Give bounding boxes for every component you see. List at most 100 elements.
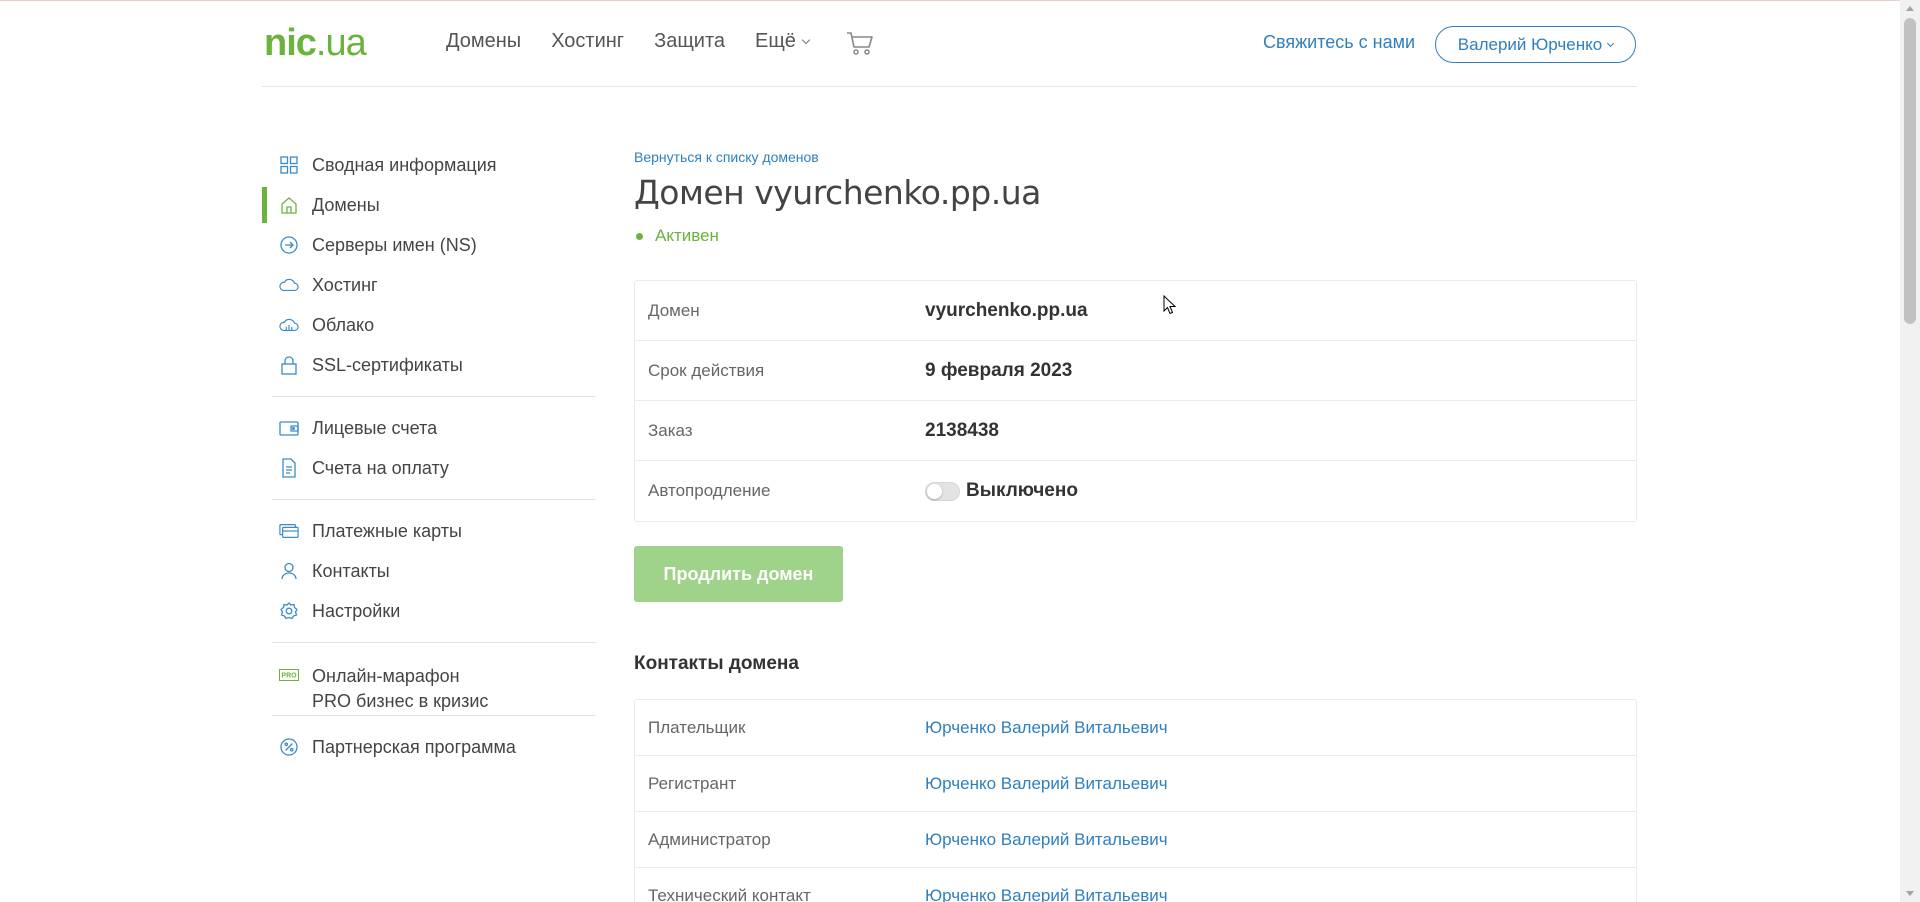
sidebar-item-label: Партнерская программа [312, 736, 516, 757]
contact-row-admin: Администратор Юрченко Валерий Витальевич [635, 812, 1636, 868]
main-nav: Домены Хостинг Защита Ещё [446, 30, 811, 53]
info-row-domain: Домен vyurchenko.pp.ua [635, 281, 1636, 341]
sidebar-item-label: Сводная информация [312, 154, 497, 175]
info-value: Выключено [925, 480, 1078, 502]
sidebar-item-label: Настройки [312, 600, 401, 621]
domain-contacts-table: Плательщик Юрченко Валерий Витальевич Ре… [634, 699, 1637, 902]
info-key: Срок действия [648, 360, 765, 380]
card-icon [279, 521, 299, 541]
info-key: Заказ [648, 420, 693, 440]
mouse-cursor-icon [1163, 294, 1177, 315]
logo[interactable]: nic.ua [264, 22, 367, 65]
contact-name-link[interactable]: Юрченко Валерий Витальевич [925, 718, 1168, 738]
logo-text: nic [264, 22, 317, 64]
scrollbar-thumb[interactable] [1904, 18, 1916, 324]
sidebar-item-label: Лицевые счета [312, 417, 438, 438]
sidebar-divider [272, 715, 596, 716]
sidebar-item-marathon[interactable]: PRO Онлайн-марафон PRO бизнес в кризис [262, 654, 596, 714]
sidebar: Сводная информация Домены Серверы имен (… [262, 145, 596, 767]
dashboard-icon [279, 155, 299, 175]
sidebar-item-contacts[interactable]: Контакты [262, 551, 596, 591]
contacts-section-title: Контакты домена [634, 653, 799, 674]
contact-name-link[interactable]: Юрченко Валерий Витальевич [925, 774, 1168, 794]
renew-domain-button[interactable]: Продлить домен [634, 546, 843, 602]
chevron-down-icon [801, 35, 811, 44]
sidebar-item-settings[interactable]: Настройки [262, 591, 596, 631]
back-to-domains-link[interactable]: Вернуться к списку доменов [634, 149, 1637, 165]
page-title: Домен vyurchenko.pp.ua [634, 173, 1041, 212]
info-row-autorenew: Автопродление Выключено [635, 461, 1636, 521]
lock-icon [279, 355, 299, 375]
status-dot-icon [636, 232, 643, 240]
cart-icon[interactable] [845, 30, 875, 56]
info-value: vyurchenko.pp.ua [925, 299, 1088, 321]
scroll-up-arrow-icon[interactable] [1900, 0, 1920, 17]
nav-label: Хостинг [551, 30, 625, 52]
info-value: 2138438 [925, 419, 999, 441]
sidebar-item-label: Серверы имен (NS) [312, 234, 477, 255]
sidebar-item-cloud[interactable]: Облако [262, 305, 596, 345]
sidebar-item-label: Хостинг [312, 274, 378, 295]
user-icon [279, 561, 299, 581]
contact-role: Регистрант [648, 773, 737, 793]
sidebar-item-label: Контакты [312, 560, 390, 581]
sidebar-item-ssl[interactable]: SSL-сертификаты [262, 345, 596, 385]
sidebar-item-label: Счета на оплату [312, 457, 449, 478]
wallet-icon [279, 418, 299, 438]
sidebar-item-hosting[interactable]: Хостинг [262, 265, 596, 305]
sidebar-divider [272, 499, 596, 500]
user-menu-button[interactable]: Валерий Юрченко [1435, 26, 1636, 63]
autorenew-toggle[interactable] [925, 481, 960, 501]
sidebar-item-accounts[interactable]: Лицевые счета [262, 408, 596, 448]
percent-icon [279, 737, 299, 757]
nav-hosting[interactable]: Хостинг [551, 30, 624, 53]
status-text: Активен [655, 226, 719, 245]
logo-suffix: .ua [315, 22, 367, 64]
marathon-label-line2: PRO бизнес в кризис [312, 691, 489, 711]
sidebar-item-domains[interactable]: Домены [262, 185, 596, 225]
cloud-server-icon [279, 315, 299, 335]
nav-domains[interactable]: Домены [446, 30, 521, 53]
contact-role: Плательщик [648, 717, 746, 737]
arrow-circle-icon [279, 235, 299, 255]
contact-name-link[interactable]: Юрченко Валерий Витальевич [925, 830, 1168, 850]
info-key: Домен [648, 300, 700, 320]
main-content: Вернуться к списку доменов Домен vyurche… [634, 145, 1637, 902]
document-icon [279, 458, 299, 478]
svg-text:PRO: PRO [281, 673, 297, 680]
nav-label: Защита [654, 30, 725, 52]
info-row-order: Заказ 2138438 [635, 401, 1636, 461]
gear-icon [279, 601, 299, 621]
sidebar-divider [272, 642, 596, 643]
pro-icon: PRO [279, 665, 299, 685]
header: nic.ua Домены Хостинг Защита Ещё Свяжите… [262, 0, 1637, 87]
scroll-down-arrow-icon[interactable] [1900, 885, 1920, 902]
sidebar-item-label: Облако [312, 314, 375, 335]
home-icon [279, 195, 299, 215]
info-value: 9 февраля 2023 [925, 359, 1073, 381]
sidebar-item-label: SSL-сертификаты [312, 354, 463, 375]
sidebar-item-ns[interactable]: Серверы имен (NS) [262, 225, 596, 265]
contact-row-tech: Технический контакт Юрченко Валерий Вита… [635, 868, 1636, 902]
sidebar-item-invoices[interactable]: Счета на оплату [262, 448, 596, 488]
contact-row-payer: Плательщик Юрченко Валерий Витальевич [635, 700, 1636, 756]
chevron-down-icon [1607, 39, 1615, 47]
contact-us-link[interactable]: Свяжитесь с нами [1263, 32, 1415, 53]
sidebar-item-cards[interactable]: Платежные карты [262, 511, 596, 551]
contact-row-registrant: Регистрант Юрченко Валерий Витальевич [635, 756, 1636, 812]
status-badge: Активен [634, 226, 1637, 246]
nav-more[interactable]: Ещё [755, 30, 811, 53]
contact-role: Администратор [648, 829, 771, 849]
sidebar-divider [272, 396, 596, 397]
sidebar-item-label: Домены [312, 194, 380, 215]
sidebar-item-summary[interactable]: Сводная информация [262, 145, 596, 185]
nav-label: Домены [446, 30, 522, 52]
contact-name-link[interactable]: Юрченко Валерий Витальевич [925, 886, 1168, 902]
vertical-scrollbar[interactable] [1900, 0, 1920, 902]
cloud-icon [279, 275, 299, 295]
autorenew-status: Выключено [966, 480, 1078, 501]
domain-info-table: Домен vyurchenko.pp.ua Срок действия 9 ф… [634, 280, 1637, 522]
nav-label: Ещё [755, 30, 796, 52]
nav-security[interactable]: Защита [654, 30, 725, 53]
sidebar-item-partners[interactable]: Партнерская программа [262, 727, 596, 767]
